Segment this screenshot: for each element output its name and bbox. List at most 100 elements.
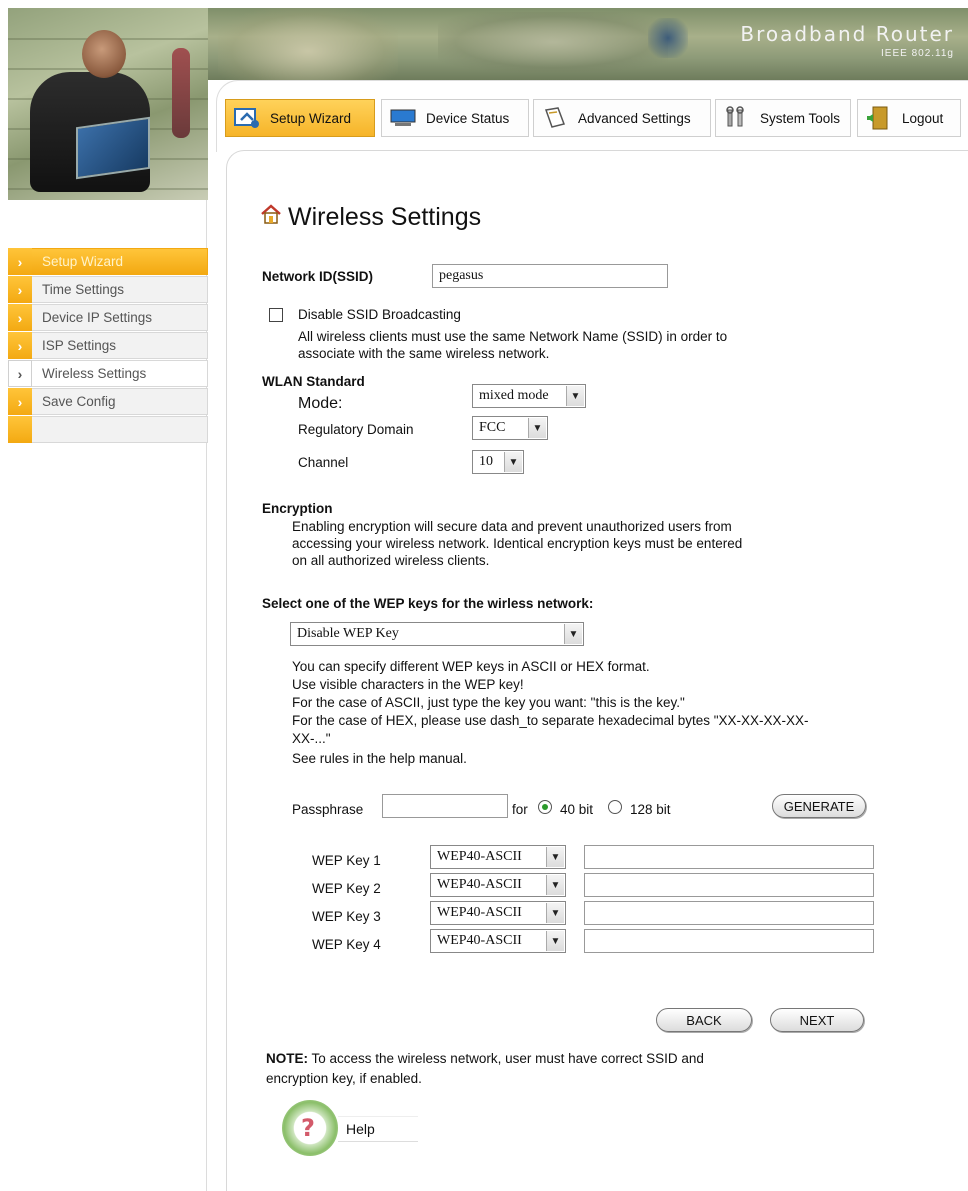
wep-key-2-label: WEP Key 2: [312, 881, 381, 896]
sidebar-item-save-config[interactable]: › Save Config: [8, 388, 208, 415]
sidebar-item-wireless-settings[interactable]: › Wireless Settings: [8, 360, 208, 387]
wep-key-4-input[interactable]: [584, 929, 874, 953]
brand-subtitle: IEEE 802.11g: [881, 48, 954, 59]
broadcast-description-line2: associate with the same wireless network…: [298, 346, 550, 361]
arrow-icon: ›: [8, 276, 32, 303]
encryption-heading: Encryption: [262, 501, 333, 516]
disable-ssid-broadcast-label: Disable SSID Broadcasting: [298, 307, 461, 322]
encryption-description-line2: accessing your wireless network. Identic…: [292, 536, 743, 551]
regulatory-domain-label: Regulatory Domain: [298, 422, 414, 437]
wep-key-1-label: WEP Key 1: [312, 853, 381, 868]
wep-heading: Select one of the WEP keys for the wirle…: [262, 596, 594, 611]
wep-key-3-input[interactable]: [584, 901, 874, 925]
mode-value: mixed mode: [479, 388, 549, 403]
chevron-down-icon: ▼: [546, 903, 564, 923]
sidebar-item-time-settings[interactable]: › Time Settings: [8, 276, 208, 303]
tab-label: Advanced Settings: [578, 110, 691, 126]
arrow-icon: ›: [8, 304, 32, 331]
back-button[interactable]: BACK: [656, 1008, 752, 1032]
wep-key-select[interactable]: Disable WEP Key ▼: [290, 622, 584, 646]
channel-select[interactable]: 10 ▼: [472, 450, 524, 474]
chevron-down-icon: ▼: [546, 875, 564, 895]
mode-label: Mode:: [298, 395, 343, 412]
arrow-icon: [8, 416, 32, 443]
next-button[interactable]: NEXT: [770, 1008, 864, 1032]
wep-key-4-type-select[interactable]: WEP40-ASCII ▼: [430, 929, 566, 953]
home-icon: [260, 203, 282, 232]
tab-label: Logout: [902, 110, 944, 126]
tab-system-tools[interactable]: System Tools: [715, 99, 851, 137]
book-icon: [540, 105, 570, 131]
chevron-down-icon: ▼: [546, 847, 564, 867]
arrow-icon: ›: [8, 388, 32, 415]
sidebar-item-label: Device IP Settings: [32, 304, 208, 331]
wep-key-2-type-select[interactable]: WEP40-ASCII ▼: [430, 873, 566, 897]
note-text-line1: To access the wireless network, user mus…: [308, 1051, 704, 1066]
encryption-description-line3: on all authorized wireless clients.: [292, 553, 490, 568]
wep-key-2-input[interactable]: [584, 873, 874, 897]
wep-key-3-type-select[interactable]: WEP40-ASCII ▼: [430, 901, 566, 925]
brand: Broadband Router IEEE 802.11g: [740, 22, 954, 59]
tab-logout[interactable]: Logout: [857, 99, 961, 137]
wep-help-line2: Use visible characters in the WEP key!: [292, 677, 524, 692]
chevron-down-icon: ▼: [504, 452, 522, 472]
disable-ssid-broadcast-checkbox[interactable]: [269, 308, 283, 322]
encryption-description-line1: Enabling encryption will secure data and…: [292, 519, 732, 534]
help-link[interactable]: Help: [338, 1116, 418, 1142]
wep-key-select-value: Disable WEP Key: [297, 626, 399, 641]
wep-help-line4: For the case of HEX, please use dash_to …: [292, 713, 809, 728]
ssid-input[interactable]: [432, 264, 668, 288]
wep-help-line5: XX-...": [292, 731, 331, 746]
note-label: NOTE:: [266, 1051, 308, 1066]
sidebar-item-setup-wizard[interactable]: › Setup Wizard: [8, 248, 208, 275]
passphrase-label: Passphrase: [292, 802, 364, 817]
page-title: Wireless Settings: [260, 203, 481, 232]
wep-help-line3: For the case of ASCII, just type the key…: [292, 695, 685, 710]
generate-button[interactable]: GENERATE: [772, 794, 866, 818]
tab-setup-wizard[interactable]: Setup Wizard: [225, 99, 375, 137]
channel-value: 10: [479, 454, 493, 469]
for-label: for: [512, 802, 528, 817]
tab-label: Setup Wizard: [270, 110, 352, 126]
header-photo: [8, 8, 208, 200]
help-icon[interactable]: ?: [282, 1100, 338, 1156]
chevron-down-icon: ▼: [546, 931, 564, 951]
chevron-down-icon: ▼: [566, 386, 584, 406]
sidebar-item-isp-settings[interactable]: › ISP Settings: [8, 332, 208, 359]
bit128-label: 128 bit: [630, 802, 671, 817]
sidebar-item-label: Setup Wizard: [32, 248, 208, 275]
arrow-icon: ›: [8, 248, 32, 275]
chevron-down-icon: ▼: [528, 418, 546, 438]
note: NOTE: To access the wireless network, us…: [266, 1050, 866, 1067]
wep-help-line1: You can specify different WEP keys in AS…: [292, 659, 650, 674]
door-icon: [864, 105, 894, 131]
help-label: Help: [346, 1121, 375, 1137]
bit128-radio[interactable]: [608, 800, 622, 814]
note-text-line2: encryption key, if enabled.: [266, 1071, 422, 1086]
wep-key-1-type-select[interactable]: WEP40-ASCII ▼: [430, 845, 566, 869]
tab-device-status[interactable]: Device Status: [381, 99, 529, 137]
broadcast-description-line1: All wireless clients must use the same N…: [298, 329, 728, 344]
wep-key-1-input[interactable]: [584, 845, 874, 869]
wlan-standard-heading: WLAN Standard: [262, 374, 365, 389]
wep-help-line6: See rules in the help manual.: [292, 751, 467, 766]
chevron-down-icon: ▼: [564, 624, 582, 644]
sidebar-item-device-ip-settings[interactable]: › Device IP Settings: [8, 304, 208, 331]
wizard-icon: [232, 105, 262, 131]
channel-label: Channel: [298, 455, 349, 470]
sidebar-item-label: Save Config: [32, 388, 208, 415]
passphrase-input[interactable]: [382, 794, 508, 818]
brand-title: Broadband Router: [740, 22, 954, 46]
bit40-radio[interactable]: [538, 800, 552, 814]
wep-key-4-label: WEP Key 4: [312, 937, 381, 952]
regulatory-domain-select[interactable]: FCC ▼: [472, 416, 548, 440]
monitor-icon: [388, 105, 418, 131]
page-title-text: Wireless Settings: [288, 203, 482, 231]
main-tab-bar: Setup Wizard Device Status Advanced Sett…: [216, 80, 968, 152]
sidebar-item-label: [32, 416, 208, 443]
regulatory-domain-value: FCC: [479, 420, 506, 435]
tab-advanced-settings[interactable]: Advanced Settings: [533, 99, 711, 137]
sidebar-item-empty: [8, 416, 208, 443]
mode-select[interactable]: mixed mode ▼: [472, 384, 586, 408]
sidebar-menu: › Setup Wizard › Time Settings › Device …: [8, 248, 208, 444]
